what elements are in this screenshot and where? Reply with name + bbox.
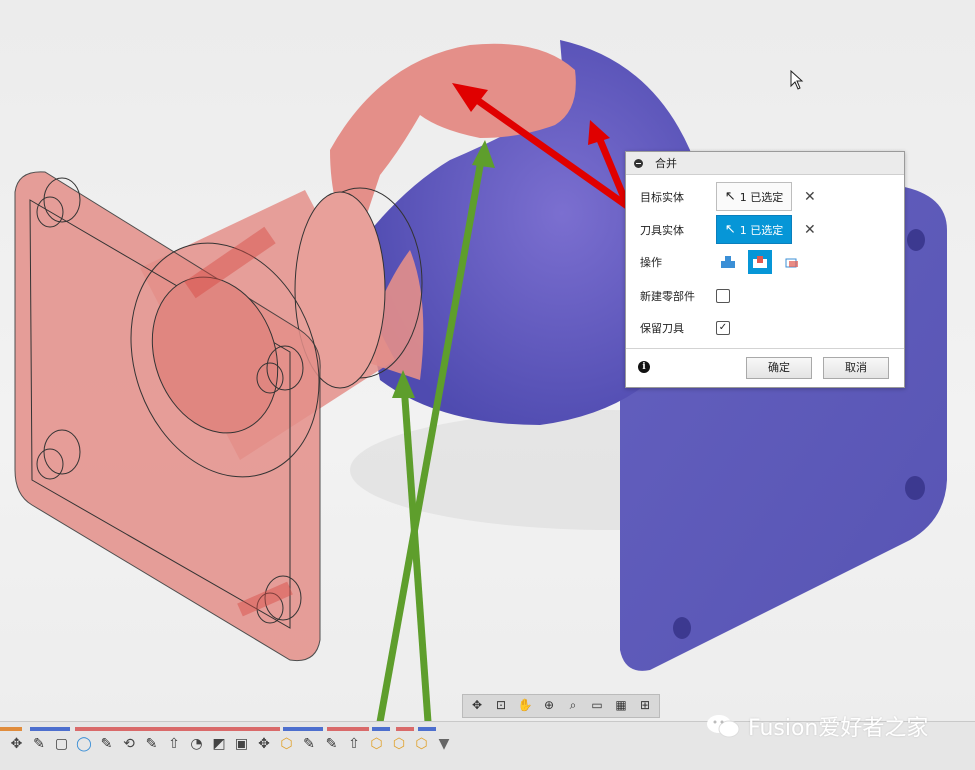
revolve-icon[interactable]: ⟲: [121, 736, 138, 753]
combine-icon[interactable]: ⬡: [413, 736, 430, 753]
target-body-select-button[interactable]: ↖ 1 已选定: [716, 182, 792, 211]
extrude-icon[interactable]: ⇧: [346, 736, 363, 753]
join-operation-icon[interactable]: [716, 250, 740, 274]
combine-icon[interactable]: ⬡: [278, 736, 295, 753]
watermark: Fusion爱好者之家: [706, 710, 928, 742]
timeline-group-strip: [396, 727, 414, 731]
select-arrow-icon: ↖: [724, 189, 736, 204]
look-at-icon[interactable]: ⊡: [490, 696, 512, 714]
chamfer-icon[interactable]: ◩: [211, 736, 228, 753]
sketch-icon[interactable]: ✎: [143, 736, 160, 753]
intersect-operation-icon[interactable]: [780, 250, 804, 274]
dialog-title: 合并: [655, 157, 677, 170]
move-icon[interactable]: ✥: [8, 736, 25, 753]
combine-dialog: 合并 目标实体 ↖ 1 已选定 ✕ 刀具实体 ↖ 1 已选定 ✕ 操作 新建零部…: [625, 151, 905, 388]
pan-icon[interactable]: ✋: [514, 696, 536, 714]
timeline-group-strip: [0, 727, 22, 731]
orbit-icon[interactable]: ✥: [466, 696, 488, 714]
move-icon[interactable]: ✥: [256, 736, 273, 753]
new-component-row: 新建零部件: [640, 288, 730, 304]
timeline-group-strip: [30, 727, 70, 731]
sketch-icon[interactable]: ✎: [31, 736, 48, 753]
clear-tool-icon[interactable]: ✕: [804, 222, 816, 238]
new-component-label: 新建零部件: [640, 290, 695, 303]
clear-target-icon[interactable]: ✕: [804, 189, 816, 205]
extrude-icon[interactable]: ⇧: [166, 736, 183, 753]
ok-button[interactable]: 确定: [746, 357, 812, 379]
wechat-logo-icon: [706, 713, 740, 739]
keep-tools-label: 保留刀具: [640, 322, 684, 335]
shell-icon[interactable]: ▣: [233, 736, 250, 753]
operation-row: 操作: [640, 250, 812, 274]
viewports-icon[interactable]: ⊞: [634, 696, 656, 714]
select-arrow-icon: ↖: [724, 222, 736, 237]
display-settings-icon[interactable]: ▭: [586, 696, 608, 714]
marker-icon[interactable]: ▼: [436, 736, 453, 753]
operation-label: 操作: [640, 256, 662, 269]
timeline-group-strip: [75, 727, 280, 731]
dialog-header[interactable]: 合并: [626, 152, 904, 175]
canvas-viewport[interactable]: 合并 目标实体 ↖ 1 已选定 ✕ 刀具实体 ↖ 1 已选定 ✕ 操作 新建零部…: [0, 0, 975, 721]
timeline-group-strip: [327, 727, 369, 731]
tool-body-value: 1 已选定: [739, 223, 784, 237]
keep-tools-row: 保留刀具 ✓: [640, 320, 730, 336]
target-body-value: 1 已选定: [739, 190, 784, 204]
keep-tools-checkbox[interactable]: ✓: [716, 321, 730, 335]
sketch-icon[interactable]: ✎: [98, 736, 115, 753]
grid-icon[interactable]: ▦: [610, 696, 632, 714]
box-icon[interactable]: ▢: [53, 736, 70, 753]
zoom-icon[interactable]: ⊕: [538, 696, 560, 714]
cut-operation-icon[interactable]: [748, 250, 772, 274]
navigation-bar: ✥ ⊡ ✋ ⊕ ⌕ ▭ ▦ ⊞: [462, 694, 660, 718]
combine-icon[interactable]: ⬡: [391, 736, 408, 753]
target-body-row: 目标实体 ↖ 1 已选定 ✕: [640, 182, 816, 211]
timeline-group-strip: [283, 727, 323, 731]
combine-icon[interactable]: ⬡: [368, 736, 385, 753]
sketch-icon[interactable]: ✎: [323, 736, 340, 753]
tool-body-row: 刀具实体 ↖ 1 已选定 ✕: [640, 215, 816, 244]
mouse-cursor-icon: [790, 69, 804, 94]
target-body-label: 目标实体: [640, 190, 684, 204]
timeline-group-strip: [372, 727, 390, 731]
sketch-icon[interactable]: ✎: [301, 736, 318, 753]
tool-body-select-button[interactable]: ↖ 1 已选定: [716, 215, 792, 244]
info-icon[interactable]: i: [638, 361, 650, 373]
watermark-text: Fusion爱好者之家: [748, 716, 929, 741]
dialog-footer: i 确定 取消: [626, 348, 904, 387]
cancel-button[interactable]: 取消: [823, 357, 889, 379]
fit-icon[interactable]: ⌕: [562, 696, 584, 714]
timeline-group-strip: [418, 727, 436, 731]
collapse-icon[interactable]: [634, 158, 643, 168]
new-component-checkbox[interactable]: [716, 289, 730, 303]
sphere-icon[interactable]: ◯: [76, 736, 93, 753]
fillet-icon[interactable]: ◔: [188, 736, 205, 753]
tool-body-label: 刀具实体: [640, 223, 684, 237]
